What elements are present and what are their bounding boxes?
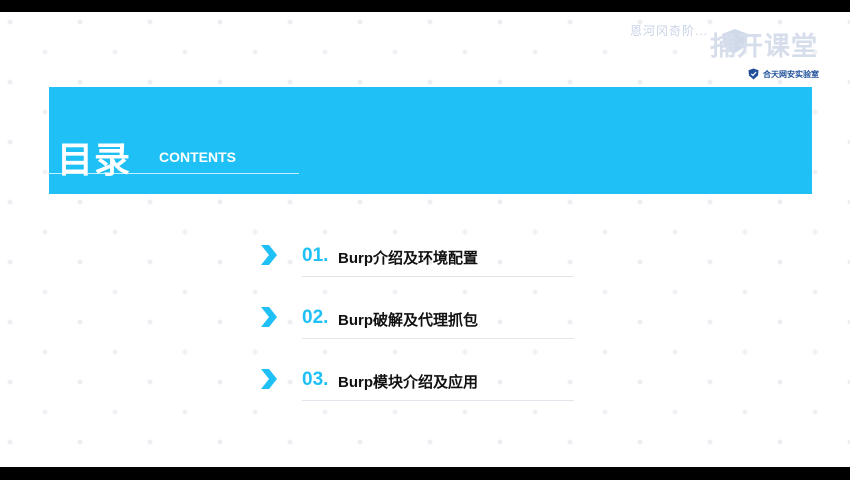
contents-item-3[interactable]: 03. Burp模块介绍及应用 [258,364,578,404]
brand-shield-icon [748,68,759,80]
item-divider [302,400,574,401]
item-number: 03. [302,369,329,390]
banner-divider [49,173,299,174]
letterbox-bottom [0,467,850,480]
item-label: Burp破解及代理抓包 [338,312,478,329]
chevron-right-icon [261,245,277,265]
brand-row: 合天网安实验室 [748,68,819,80]
banner-subtitle: CONTENTS [159,149,236,165]
logo-big-text: 捕开课堂 [710,31,819,61]
brand-name: 合天网安实验室 [763,69,819,79]
letterbox-top [0,0,850,12]
slide: 恩河冈奇阶... 捕开课堂 合天网安实验室 目录 CONTENTS 01. Bu… [0,12,850,467]
logo-faded-text: 恩河冈奇阶... [630,24,709,38]
contents-item-1[interactable]: 01. Burp介绍及环境配置 [258,240,578,280]
banner-title: 目录 [57,139,132,180]
item-label: Burp介绍及环境配置 [338,250,478,267]
logo-area: 恩河冈奇阶... 捕开课堂 合天网安实验室 [630,16,830,94]
chevron-right-icon [261,369,277,389]
contents-item-2[interactable]: 02. Burp破解及代理抓包 [258,302,578,342]
item-divider [302,338,574,339]
item-label: Burp模块介绍及应用 [338,374,478,391]
item-number: 01. [302,245,329,266]
item-divider [302,276,574,277]
chevron-right-icon [261,307,277,327]
item-number: 02. [302,307,329,328]
contents-banner: 目录 CONTENTS [49,87,812,194]
